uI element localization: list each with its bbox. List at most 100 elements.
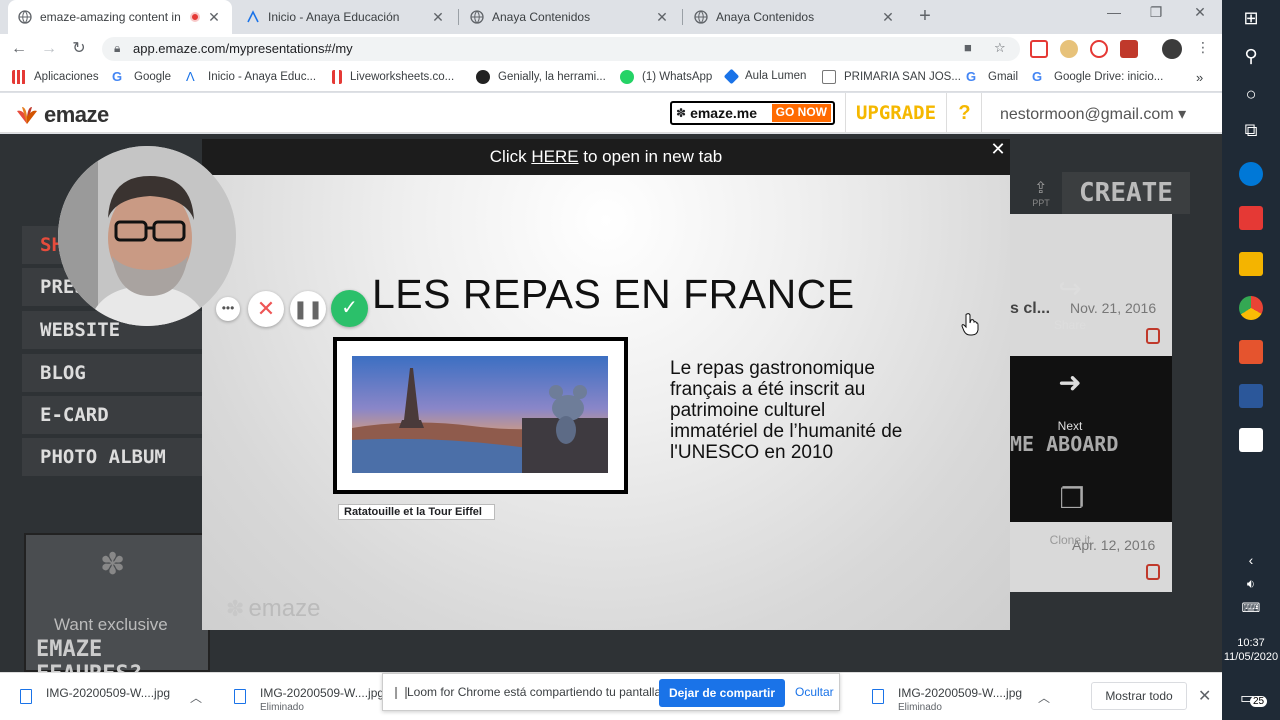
- slide-canvas[interactable]: LES REPAS EN FRANCE Ratatouille et la To…: [202, 175, 1010, 630]
- bookmark-whatsapp[interactable]: (1) WhatsApp: [620, 70, 712, 84]
- edge-icon[interactable]: [1239, 162, 1263, 186]
- show-all-downloads-button[interactable]: Mostrar todo: [1091, 682, 1187, 710]
- modal-close-icon[interactable]: ✕: [989, 140, 1007, 158]
- bookmark-star-icon[interactable]: ☆: [994, 40, 1006, 56]
- download-item[interactable]: IMG-20200509-W....jpg Eliminado: [214, 673, 384, 720]
- reload-icon[interactable]: ↻: [68, 38, 90, 60]
- ppt-upload-button[interactable]: ⇪ PPT: [1022, 172, 1060, 214]
- bookmark-gmail[interactable]: G Gmail: [966, 70, 1018, 84]
- close-tab-icon[interactable]: ✕: [430, 9, 446, 26]
- more-menu-icon[interactable]: ⋮: [1196, 39, 1210, 56]
- back-icon[interactable]: ←: [8, 38, 30, 60]
- new-tab-button[interactable]: +: [914, 6, 936, 28]
- tab-emaze[interactable]: emaze-amazing content in n ✕: [8, 0, 232, 34]
- account-menu[interactable]: nestormoon@gmail.com ▾: [1000, 104, 1186, 124]
- windows-start-icon[interactable]: ⊞: [1222, 8, 1280, 29]
- slide-body-text: Le repas gastronomique français a été in…: [670, 358, 903, 463]
- lock-icon: 🔒︎: [114, 41, 121, 55]
- loom-sharing-notice: ❙❙ Loom for Chrome está compartiendo tu …: [382, 673, 840, 711]
- tab-anaya-contenidos-1[interactable]: Anaya Contenidos ✕: [460, 0, 680, 34]
- presentation-modal: Click HERE to open in new tab LES REPAS …: [202, 139, 1010, 630]
- promo-banner[interactable]: ✽ Want exclusive EMAZE FEAURES?: [24, 533, 210, 687]
- chevron-left-icon[interactable]: ‹: [1222, 552, 1280, 568]
- profile-avatar[interactable]: [1162, 39, 1182, 59]
- file-explorer-icon[interactable]: [1239, 252, 1263, 276]
- globe-icon: [470, 10, 484, 24]
- help-button[interactable]: ?: [948, 93, 982, 133]
- store-icon[interactable]: [1239, 428, 1263, 452]
- picture-frame: [333, 337, 628, 494]
- close-tab-icon[interactable]: ✕: [206, 9, 222, 26]
- bookmark-genially[interactable]: Genially, la herrami...: [476, 70, 606, 84]
- create-button[interactable]: CREATE: [1062, 172, 1190, 214]
- bookmark-drive[interactable]: G Google Drive: inicio...: [1032, 70, 1163, 84]
- extension-pdf-icon[interactable]: [1120, 40, 1138, 58]
- window-close-icon[interactable]: ✕: [1180, 4, 1220, 26]
- open-here-link[interactable]: HERE: [531, 147, 578, 166]
- lock-icon[interactable]: [1146, 328, 1160, 344]
- hide-link[interactable]: Ocultar: [795, 685, 834, 699]
- minimize-icon[interactable]: —: [1094, 4, 1134, 26]
- address-bar[interactable]: 🔒︎ app.emaze.com/mypresentations#/my ■ ☆: [102, 37, 1020, 61]
- image-file-icon: [234, 689, 246, 704]
- bookmark-liveworksheets[interactable]: Liveworksheets.co...: [332, 70, 454, 84]
- search-icon[interactable]: ⚲: [1222, 46, 1280, 67]
- forward-icon[interactable]: →: [38, 38, 60, 60]
- emaze-peacock-icon: ✽: [100, 548, 126, 581]
- tab-anaya-contenidos-2[interactable]: Anaya Contenidos ✕: [684, 0, 906, 34]
- upgrade-button[interactable]: UPGRADE: [845, 93, 947, 133]
- lumen-icon: [723, 68, 740, 84]
- lock-icon[interactable]: [1146, 564, 1160, 580]
- bookmark-aula-lumen[interactable]: Aula Lumen: [723, 68, 806, 84]
- sidebar-item-blog[interactable]: BLOG: [22, 354, 202, 392]
- volume-icon[interactable]: 🔉︎: [1222, 576, 1280, 592]
- loom-pause-button[interactable]: ❚❚: [290, 291, 326, 327]
- share-icon[interactable]: ↪: [1040, 272, 1100, 305]
- clone-icon[interactable]: ❐: [1042, 482, 1102, 515]
- chevron-up-icon[interactable]: ︿: [1038, 689, 1050, 706]
- close-tab-icon[interactable]: ✕: [654, 9, 670, 26]
- stop-sharing-button[interactable]: Dejar de compartir: [659, 679, 785, 707]
- tab-strip: emaze-amazing content in n ✕ Inicio - An…: [0, 0, 1222, 34]
- restore-icon[interactable]: ❐: [1136, 4, 1176, 26]
- close-downloads-icon[interactable]: ✕: [1198, 686, 1211, 706]
- loom-more-button[interactable]: •••: [216, 297, 240, 321]
- emaze-watermark: ✽ emaze: [226, 595, 321, 622]
- extension-loom-icon[interactable]: [1090, 40, 1108, 58]
- powerpoint-icon[interactable]: [1239, 340, 1263, 364]
- sidebar-item-ecard[interactable]: E-CARD: [22, 396, 202, 434]
- system-clock[interactable]: 10:37 11/05/2020: [1222, 636, 1280, 664]
- bookmarks-overflow-icon[interactable]: »: [1196, 70, 1203, 85]
- camera-icon[interactable]: ■: [964, 40, 972, 55]
- emaze-logo[interactable]: emaze: [14, 102, 109, 128]
- chevron-up-icon[interactable]: ︿: [190, 689, 202, 706]
- task-view-icon[interactable]: ⧉: [1222, 120, 1280, 141]
- bookmark-google[interactable]: G Google: [112, 70, 171, 84]
- download-item[interactable]: IMG-20200509-W....jpg ︿: [0, 673, 210, 720]
- bookmark-primaria[interactable]: PRIMARIA SAN JOS...: [822, 70, 961, 84]
- clone-label: Clone it: [1049, 533, 1091, 547]
- webcam-bubble[interactable]: [58, 146, 236, 326]
- word-icon[interactable]: [1239, 384, 1263, 408]
- extension-pocket-icon[interactable]: [1030, 40, 1048, 58]
- office-app-icon[interactable]: [1239, 206, 1263, 230]
- tab-anaya-inicio[interactable]: Inicio - Anaya Educación ✕: [236, 0, 456, 34]
- bookmark-anaya[interactable]: Λ Inicio - Anaya Educ...: [186, 70, 316, 84]
- loom-cancel-button[interactable]: ✕: [248, 291, 284, 327]
- emaze-me-banner[interactable]: ✽ emaze.me GO NOW: [670, 101, 835, 125]
- chrome-icon[interactable]: [1239, 296, 1263, 320]
- notification-center-icon[interactable]: ▭ 25: [1240, 688, 1268, 710]
- google-icon: G: [1032, 69, 1043, 84]
- tab-separator: [682, 9, 683, 25]
- sidebar-item-photo-album[interactable]: PHOTO ALBUM: [22, 438, 202, 476]
- extension-cookie-icon[interactable]: [1060, 40, 1078, 58]
- cortana-icon[interactable]: ○: [1222, 84, 1280, 105]
- loom-finish-button[interactable]: ✓: [331, 290, 368, 327]
- download-item[interactable]: IMG-20200509-W....jpg Eliminado ︿: [852, 673, 1062, 720]
- tab-title: emaze-amazing content in n: [40, 10, 184, 24]
- keyboard-icon[interactable]: ⌨: [1222, 600, 1280, 616]
- webcam-feed: [58, 146, 236, 326]
- next-arrow-icon[interactable]: ➜: [1040, 366, 1100, 399]
- bookmark-apps[interactable]: Aplicaciones: [12, 70, 99, 84]
- close-tab-icon[interactable]: ✕: [880, 9, 896, 26]
